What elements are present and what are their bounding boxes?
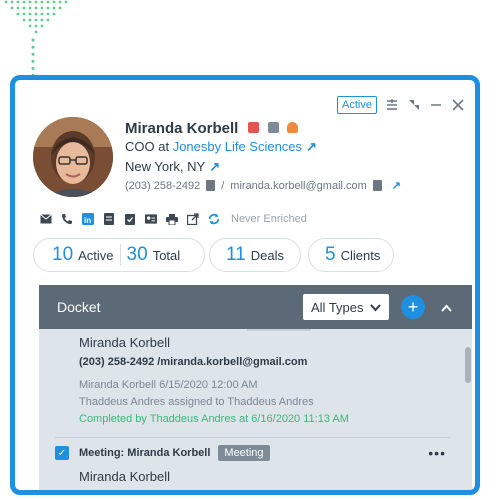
collapse-icon[interactable] (407, 98, 421, 112)
phone-icon[interactable] (61, 213, 73, 225)
contact-card-icon[interactable] (145, 213, 157, 225)
pill-separator (119, 244, 121, 266)
print-icon[interactable] (166, 213, 178, 225)
docket-list: Miranda Korbell (203) 258-2492 /miranda.… (39, 329, 472, 490)
job-title: COO at (125, 139, 173, 154)
more-options-icon[interactable]: ••• (428, 445, 446, 461)
share-icon[interactable] (187, 213, 199, 225)
email-icon[interactable] (40, 213, 52, 225)
filter-lines-icon[interactable] (385, 98, 399, 112)
note-icon[interactable] (103, 213, 115, 225)
deals-pill[interactable]: 11 Deals (209, 238, 301, 272)
clients-count: 5 (325, 244, 336, 265)
type-filter-select[interactable]: All Types (303, 294, 389, 320)
svg-text:in: in (84, 216, 91, 225)
email-address[interactable]: miranda.korbell@gmail.com (230, 180, 367, 192)
contact-name-row: Miranda Korbell (125, 120, 298, 137)
tag-icons (244, 120, 298, 137)
docket-item-meta: Miranda Korbell 6/15/2020 12:00 AM (79, 379, 258, 391)
close-icon[interactable] (451, 98, 465, 112)
minimize-icon[interactable] (429, 98, 443, 112)
docket-header: Docket All Types + (39, 285, 472, 329)
docket-item-completed: Completed by Thaddeus Andres at 6/16/202… (79, 413, 349, 425)
clients-label: Clients (340, 247, 381, 263)
chevron-down-icon (370, 300, 381, 315)
tags-icon (267, 122, 279, 133)
docket-item-assigned: Thaddeus Andres assigned to Thaddeus And… (79, 396, 314, 408)
type-filter-value: All Types (311, 299, 364, 315)
map-link-icon[interactable]: ↗ (209, 159, 220, 174)
list-divider (55, 437, 450, 438)
enrichment-status: Never Enriched (231, 213, 307, 225)
contact-name: Miranda Korbell (125, 120, 239, 137)
active-count: 10 (52, 244, 74, 265)
meeting-title[interactable]: Meeting: Miranda Korbell (79, 447, 210, 459)
deals-label: Deals (250, 247, 284, 263)
total-count: 30 (126, 244, 148, 265)
email-link-icon[interactable]: ↗ (392, 179, 401, 192)
scrollbar-thumb[interactable] (465, 347, 471, 383)
deals-count: 11 (226, 244, 246, 265)
location: New York, NY (125, 159, 206, 174)
avatar (33, 117, 113, 197)
meeting-checkbox[interactable]: ✓ (55, 446, 69, 460)
total-label: Total (152, 247, 181, 263)
phone-number[interactable]: (203) 258-2492 (125, 180, 200, 192)
status-badge[interactable]: Active (337, 96, 377, 114)
copy-phone-icon[interactable] (206, 180, 216, 191)
docket-item[interactable]: Miranda Korbell (203) 258-2492 /miranda.… (55, 329, 450, 429)
docket-item-name: Miranda Korbell (79, 335, 171, 350)
docket-item-contact: (203) 258-2492 /miranda.korbell@gmail.co… (79, 356, 308, 368)
meeting-type-badge: Meeting (218, 445, 270, 461)
company-link[interactable]: Jonesby Life Sciences (173, 139, 302, 154)
chevron-up-icon[interactable] (441, 299, 452, 315)
add-docket-item-button[interactable]: + (401, 295, 425, 319)
copy-email-icon[interactable] (372, 180, 382, 191)
meeting-contact-name: Miranda Korbell (79, 469, 171, 484)
contact-panel: Active Miranda Korbell COO at Jonesby Li… (10, 75, 480, 495)
docket-title: Docket (57, 299, 101, 315)
enrich-refresh-icon[interactable] (208, 213, 220, 225)
panel-toolbar: Active (337, 96, 465, 114)
contact-details: (203) 258-2492 / miranda.korbell@gmail.c… (125, 179, 401, 193)
action-toolbar: in Never Enriched (40, 213, 307, 225)
task-icon[interactable] (124, 213, 136, 225)
external-link-icon[interactable]: ↗ (306, 139, 317, 154)
decorative-dot-pattern (4, 0, 68, 34)
person-icon (286, 122, 298, 133)
card-tab (247, 329, 311, 331)
active-label: Active (78, 247, 114, 263)
activity-counts-pill[interactable]: 10 Active 30 Total (33, 238, 205, 272)
hat-icon (248, 122, 260, 133)
clients-pill[interactable]: 5 Clients (308, 238, 394, 272)
linkedin-icon[interactable]: in (82, 213, 94, 225)
slash-separator: / (221, 179, 225, 192)
meeting-item-header: ✓ Meeting: Miranda Korbell Meeting ••• (55, 442, 450, 464)
location-line: New York, NY ↗ (125, 159, 220, 175)
job-title-line: COO at Jonesby Life Sciences ↗ (125, 139, 317, 155)
